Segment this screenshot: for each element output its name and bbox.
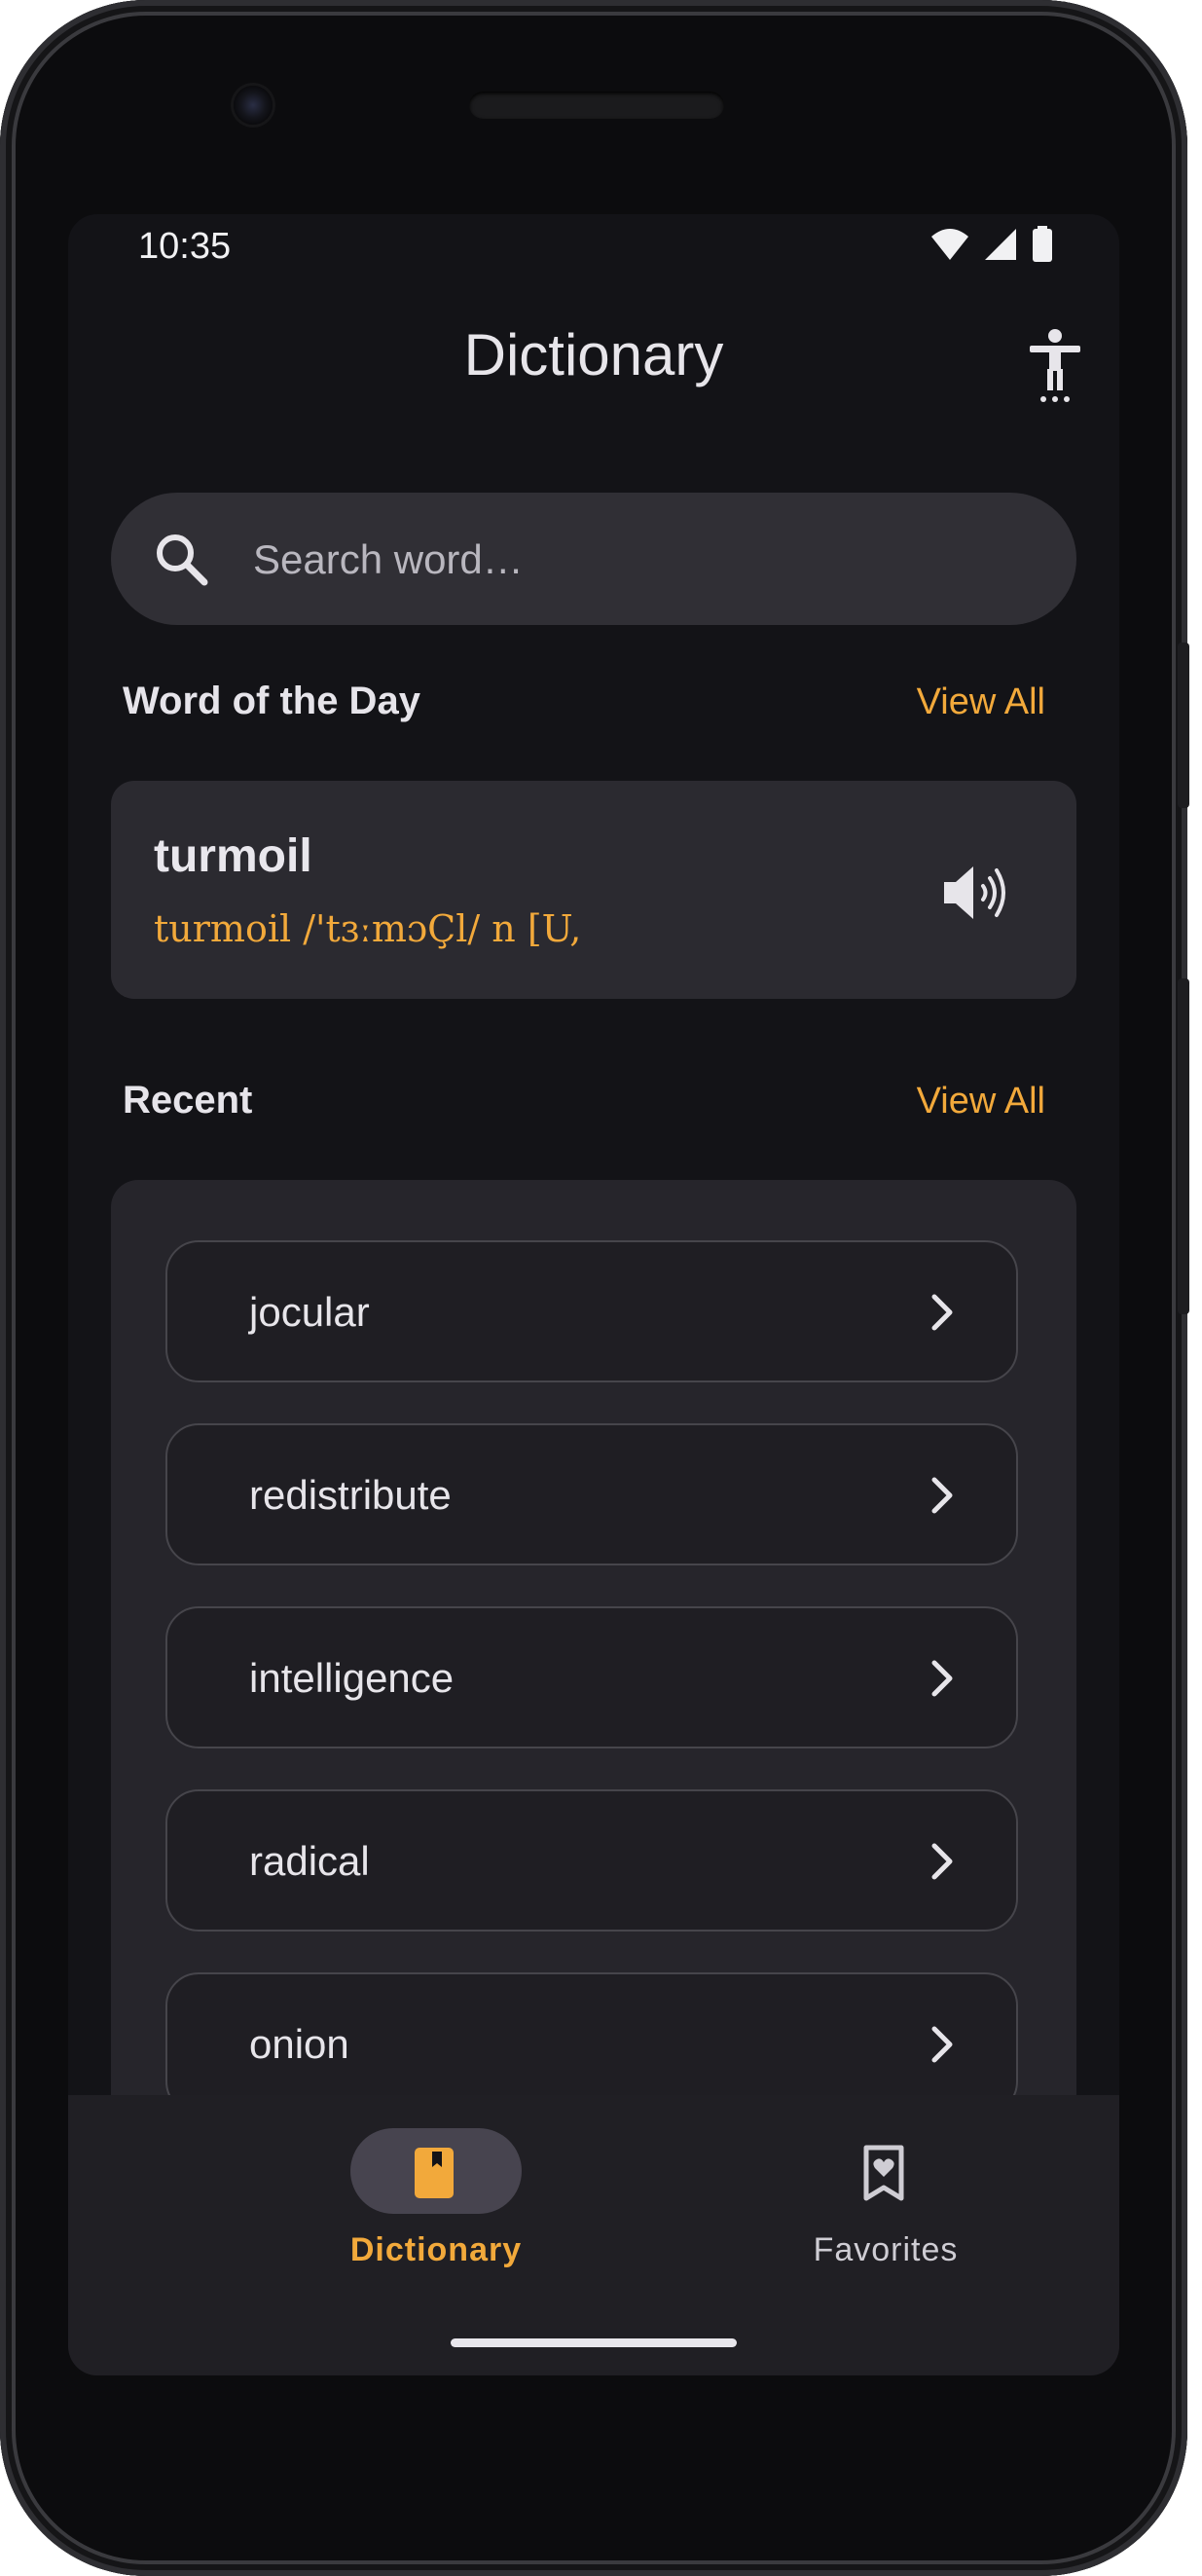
- search-bar[interactable]: [111, 493, 1076, 625]
- chevron-right-icon: [931, 1294, 953, 1331]
- chevron-right-icon: [931, 1843, 953, 1880]
- recent-item[interactable]: intelligence: [165, 1606, 1018, 1748]
- signal-icon: [985, 229, 1016, 260]
- page-title: Dictionary: [463, 322, 724, 387]
- status-bar: 10:35: [68, 214, 1119, 282]
- recent-item[interactable]: radical: [165, 1789, 1018, 1932]
- nav-label-dictionary: Dictionary: [349, 2231, 523, 2268]
- chevron-right-icon: [931, 2026, 953, 2063]
- app-screen: 10:35 Dictionary Search word… Word of th…: [68, 214, 1119, 2375]
- word-of-the-day-title: Word of the Day: [123, 680, 420, 722]
- chevron-right-icon: [931, 1477, 953, 1514]
- recent-item[interactable]: jocular: [165, 1240, 1018, 1382]
- nav-label-favorites: Favorites: [813, 2231, 959, 2268]
- battery-icon: [1033, 226, 1052, 262]
- speaker-icon: [944, 866, 1005, 919]
- word-of-the-day-view-all-link[interactable]: View All: [917, 681, 1045, 723]
- recent-item-label: redistribute: [249, 1472, 452, 1518]
- phone-frame: 10:35 Dictionary Search word… Word of th…: [0, 0, 1189, 2576]
- recent-item-label: intelligence: [249, 1655, 455, 1701]
- recent-item-label: onion: [249, 2021, 349, 2067]
- front-camera: [234, 86, 273, 125]
- recent-section-title: Recent: [123, 1079, 253, 1122]
- power-button: [1178, 643, 1189, 808]
- home-indicator[interactable]: [451, 2338, 737, 2347]
- word-of-the-day-definition: turmoil /'tɜːmɔÇl/ n [U,: [154, 907, 582, 950]
- accessibility-icon: [1030, 329, 1080, 402]
- recent-view-all-link[interactable]: View All: [917, 1081, 1045, 1122]
- word-of-the-day-word: turmoil: [154, 830, 312, 882]
- recent-item[interactable]: onion: [165, 1972, 1018, 2115]
- status-icons: [930, 226, 1053, 263]
- recent-item-label: radical: [249, 1838, 370, 1884]
- search-icon: [157, 534, 208, 586]
- word-of-the-day-card[interactable]: turmoil turmoil /'tɜːmɔÇl/ n [U,: [111, 781, 1076, 999]
- nav-item-favorites[interactable]: Favorites: [720, 2124, 1012, 2270]
- earpiece-speaker: [469, 92, 724, 119]
- status-time: 10:35: [138, 226, 232, 267]
- wifi-icon: [931, 229, 968, 260]
- nav-item-dictionary[interactable]: Dictionary: [271, 2124, 563, 2270]
- chevron-right-icon: [931, 1660, 953, 1697]
- book-icon: [415, 2148, 454, 2198]
- bookmark-heart-icon: [863, 2145, 904, 2201]
- pronounce-button[interactable]: [940, 859, 1008, 927]
- search-input[interactable]: [251, 520, 1034, 600]
- volume-button: [1178, 978, 1189, 1314]
- recent-item-label: jocular: [249, 1289, 370, 1335]
- accessibility-button[interactable]: [1024, 326, 1086, 404]
- bottom-navigation: Dictionary Favorites: [68, 2095, 1119, 2375]
- recent-item[interactable]: redistribute: [165, 1423, 1018, 1565]
